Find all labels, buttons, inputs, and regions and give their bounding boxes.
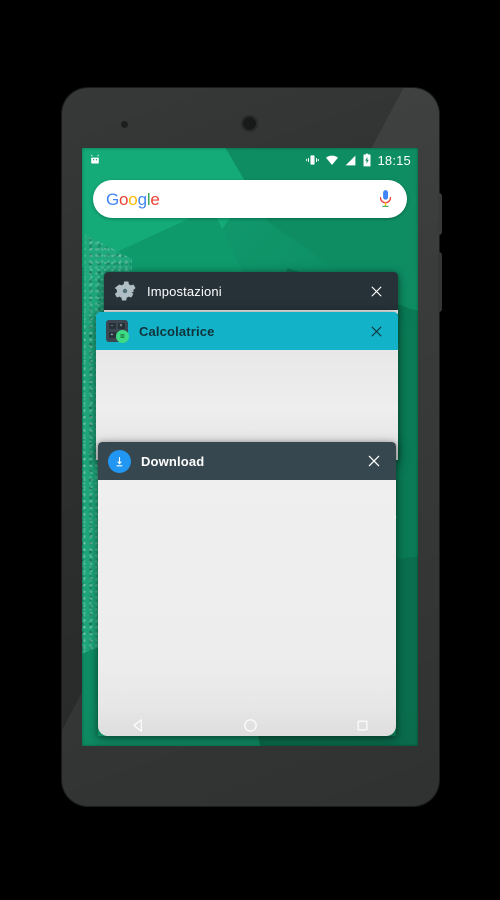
screenshot-stage: 18:15 Google Impostazioni − × + = Calcol… xyxy=(0,0,500,900)
recents-square-icon[interactable] xyxy=(306,704,418,746)
close-icon[interactable] xyxy=(363,450,385,472)
settings-gear-icon xyxy=(114,280,136,302)
vibrate-icon xyxy=(306,155,320,165)
card-header[interactable]: Impostazioni xyxy=(104,272,398,310)
calculator-icon: − × + = xyxy=(106,320,129,343)
status-bar-system-icons: 18:15 xyxy=(305,153,411,168)
recent-card-calcolatrice[interactable]: − × + = Calcolatrice xyxy=(96,312,398,460)
download-arrow-icon xyxy=(108,450,131,473)
google-logo: Google xyxy=(106,189,160,209)
card-title: Impostazioni xyxy=(147,283,222,299)
recent-apps-list: Impostazioni − × + = Calcolatrice Downlo… xyxy=(82,148,418,746)
card-header[interactable]: Download xyxy=(98,442,396,480)
status-bar-clock: 18:15 xyxy=(377,152,411,168)
proximity-sensor-icon xyxy=(121,121,128,128)
card-header[interactable]: − × + = Calcolatrice xyxy=(96,312,398,350)
android-robot-icon xyxy=(91,154,99,164)
close-icon[interactable] xyxy=(365,320,387,342)
wifi-icon xyxy=(326,155,339,165)
google-search-bar[interactable]: Google xyxy=(93,180,407,218)
battery-charging-icon xyxy=(363,153,371,167)
status-bar-notifications xyxy=(88,153,102,167)
status-bar: 18:15 xyxy=(82,148,418,172)
card-title: Calcolatrice xyxy=(139,323,215,339)
power-button[interactable] xyxy=(438,193,442,235)
microphone-icon[interactable] xyxy=(377,189,394,209)
front-camera-icon xyxy=(241,115,258,132)
volume-button[interactable] xyxy=(438,252,442,312)
back-triangle-icon[interactable] xyxy=(82,704,194,746)
cellular-signal-icon xyxy=(346,155,356,165)
card-title: Download xyxy=(141,453,205,469)
recent-card-download[interactable]: Download xyxy=(98,442,396,736)
close-icon[interactable] xyxy=(365,280,387,302)
navigation-bar xyxy=(82,704,418,746)
phone-screen: 18:15 Google Impostazioni − × + = Calcol… xyxy=(82,148,418,746)
card-body xyxy=(98,480,396,736)
recent-card-impostazioni[interactable]: Impostazioni xyxy=(104,272,398,314)
home-circle-icon[interactable] xyxy=(194,704,306,746)
